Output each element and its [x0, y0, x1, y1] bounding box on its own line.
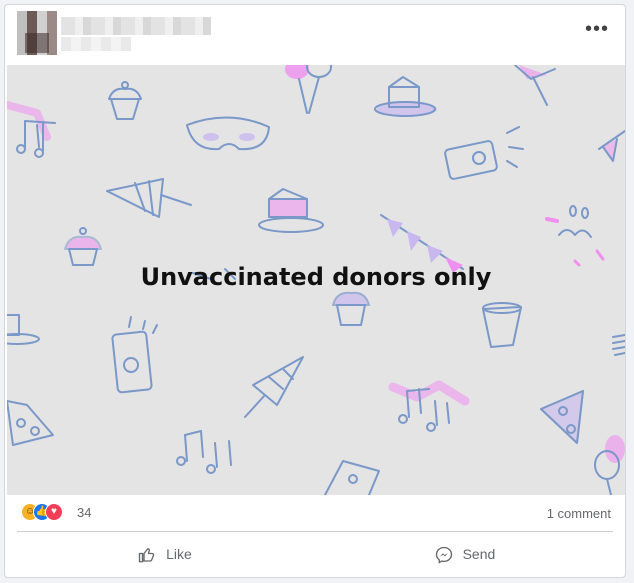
music-notes-doodle [7, 101, 56, 158]
balloons-doodle [285, 65, 332, 114]
send-label: Send [462, 546, 496, 562]
cake-slice-doodle [374, 76, 437, 117]
lines-doodle [612, 334, 625, 356]
cake-pink-doodle [258, 188, 324, 233]
bunting-doodle-small [598, 130, 625, 162]
cupcake-pink-doodle [64, 227, 102, 266]
cupcake-doodle [108, 81, 142, 120]
pizza-slice-bottom-doodle [324, 460, 380, 495]
author-avatar-blurred[interactable] [17, 11, 57, 55]
image-caption-text: Unvaccinated donors only [140, 263, 492, 291]
cupcake-center-doodle [332, 291, 370, 326]
like-label: Like [166, 546, 192, 562]
party-hat-doodle-2 [244, 356, 304, 418]
pizza-slice-doodle [540, 390, 584, 444]
camera-doodle [444, 126, 524, 180]
music-notes-bottom-doodle [176, 430, 232, 474]
action-divider [17, 531, 613, 532]
post-card: ••• Unvaccinated donors only ☺ 👍 ♥ 34 1 … [4, 4, 626, 578]
like-button[interactable]: Like [15, 539, 315, 569]
cup-doodle [482, 302, 522, 348]
confetti-doodle [545, 205, 605, 267]
balloons-bottom-doodle [594, 435, 625, 495]
comment-count-link[interactable]: 1 comment [547, 506, 611, 521]
more-options-icon[interactable]: ••• [583, 19, 611, 43]
author-name-blurred[interactable] [61, 17, 211, 35]
reaction-count[interactable]: 34 [77, 505, 91, 520]
post-timestamp-blurred[interactable] [61, 37, 131, 51]
speaker-doodle [111, 316, 158, 394]
pizza-slice-left-doodle [7, 400, 54, 446]
messenger-icon [435, 547, 452, 564]
post-image[interactable]: Unvaccinated donors only [7, 65, 625, 495]
party-horn-doodle [514, 65, 556, 106]
post-stats: ☺ 👍 ♥ 34 1 comment [5, 499, 625, 525]
love-reaction-icon: ♥ [45, 503, 63, 521]
post-header: ••• [5, 5, 625, 65]
cake-left-edge-doodle [7, 314, 40, 345]
party-hat-doodle [106, 178, 192, 218]
post-actions: Like Send [5, 535, 625, 573]
music-notes-pink-doodle [388, 380, 470, 432]
send-button[interactable]: Send [315, 539, 615, 569]
thumbs-up-icon [139, 548, 155, 563]
mask-doodle [186, 116, 270, 151]
